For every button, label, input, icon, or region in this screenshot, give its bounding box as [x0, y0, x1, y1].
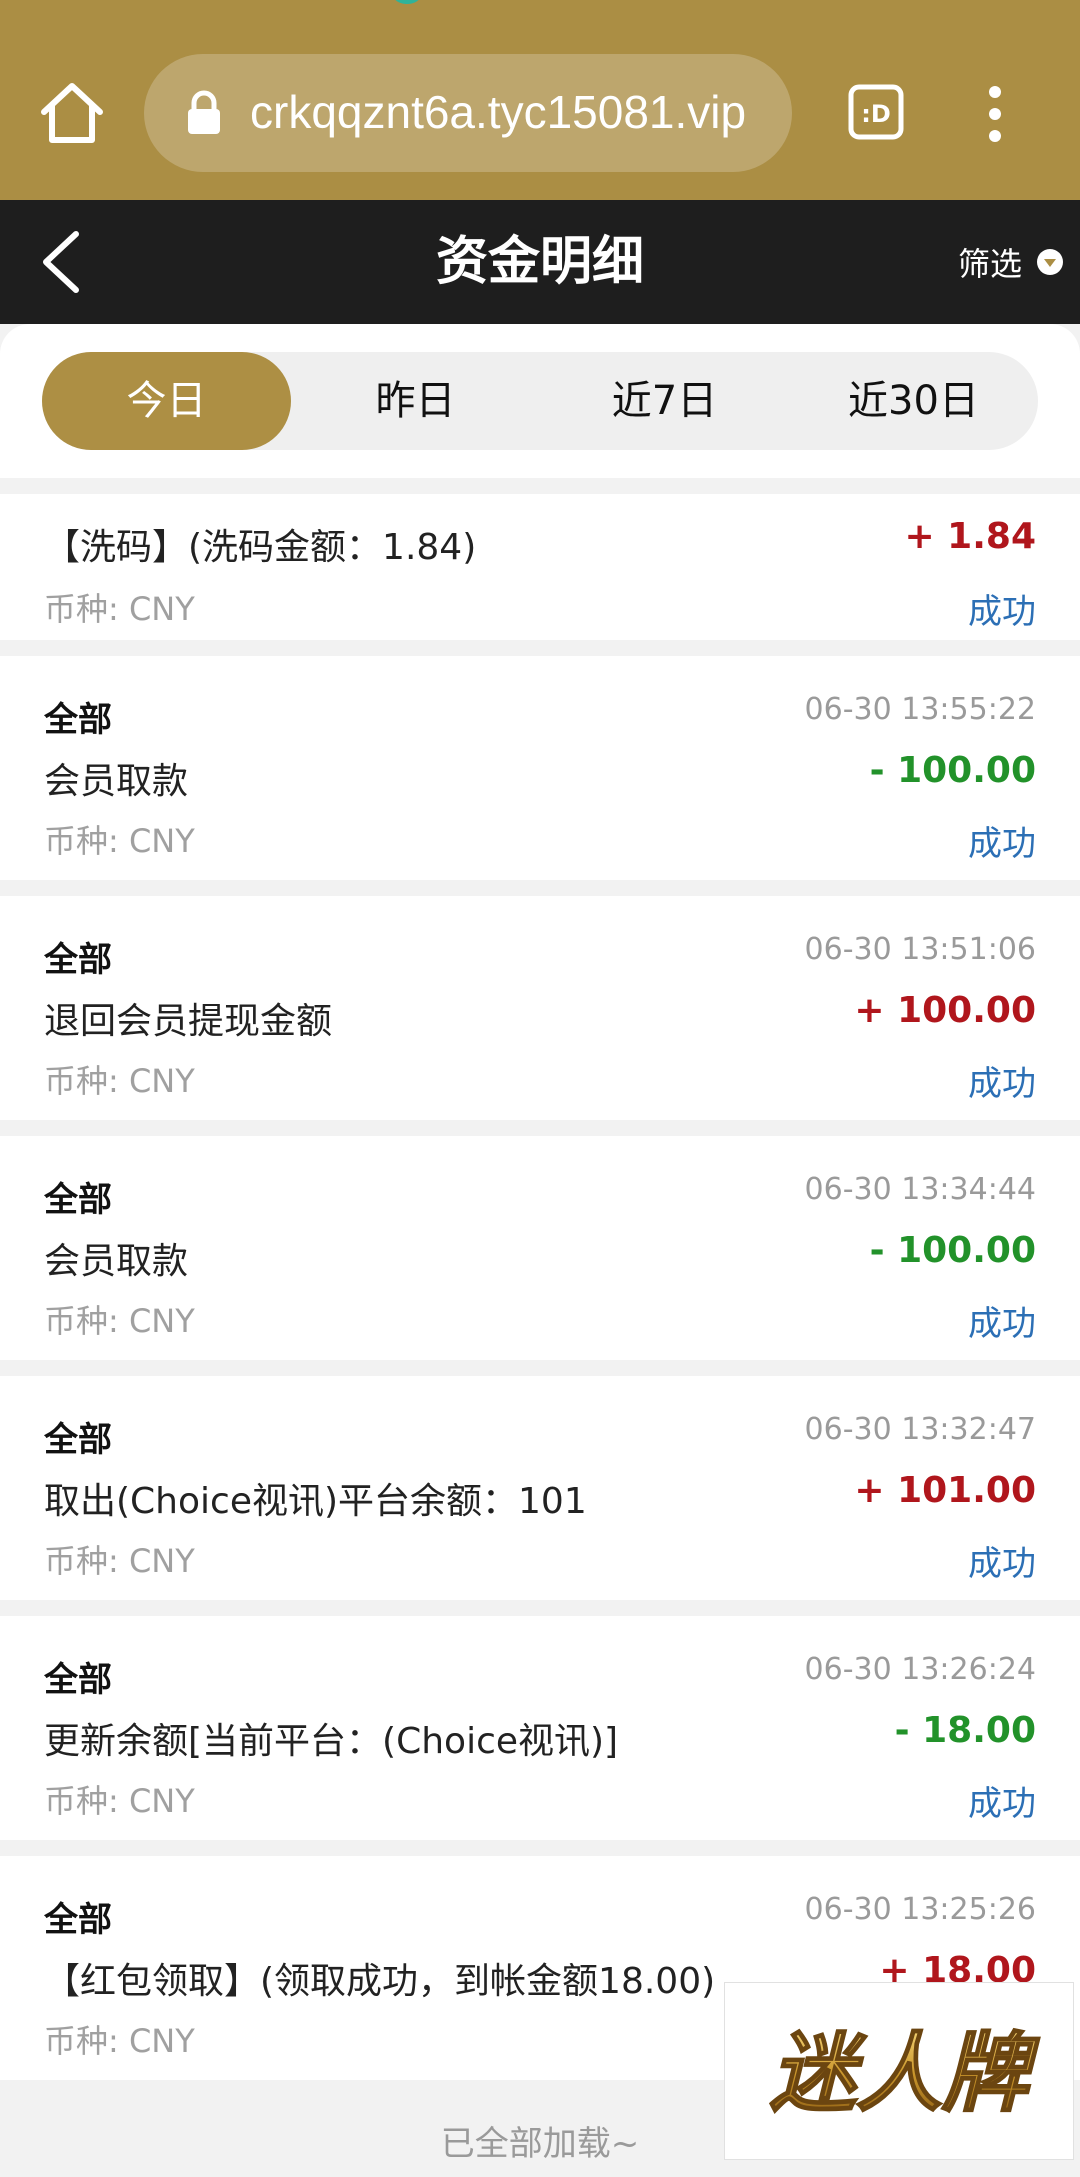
- tab-last-30-days[interactable]: 近30日: [789, 352, 1038, 450]
- record-type: 全部: [44, 700, 112, 740]
- list-item[interactable]: 全部 06-30 13:26:24 更新余额[当前平台：(Choice视讯)] …: [0, 1616, 1080, 1840]
- status-indicator: [390, 0, 424, 4]
- list-item[interactable]: 【洗码】(洗码金额：1.84) + 1.84 币种: CNY 成功: [0, 494, 1080, 640]
- record-currency: 币种: CNY: [44, 1062, 195, 1100]
- record-amount: + 101.00: [854, 1470, 1036, 1511]
- record-type: 全部: [44, 1420, 112, 1460]
- tab-last-7-days[interactable]: 近7日: [540, 352, 789, 450]
- record-description: 退回会员提现金额: [44, 1001, 333, 1042]
- tab-today[interactable]: 今日: [42, 352, 291, 450]
- more-menu-icon[interactable]: [980, 84, 1010, 144]
- record-type: 全部: [44, 1900, 112, 1940]
- record-currency: 币种: CNY: [44, 2022, 195, 2060]
- record-type: 全部: [44, 1180, 112, 1220]
- list-item[interactable]: 全部 06-30 13:51:06 退回会员提现金额 + 100.00 币种: …: [0, 896, 1080, 1120]
- browser-toolbar: crkqqznt6a.tyc15081.vip :D: [0, 0, 1080, 200]
- record-currency: 币种: CNY: [44, 822, 195, 860]
- record-currency: 币种: CNY: [44, 1782, 195, 1820]
- watermark-logo-graphic: 迷人牌: [769, 2023, 1041, 2125]
- record-time: 06-30 13:32:47: [804, 1412, 1036, 1447]
- list-item[interactable]: 全部 06-30 13:32:47 取出(Choice视讯)平台余额：101 +…: [0, 1376, 1080, 1600]
- watermark-logo: 迷人牌: [724, 1982, 1074, 2160]
- date-filter-panel: 今日 昨日 近7日 近30日: [0, 324, 1080, 478]
- record-currency: 币种: CNY: [44, 1302, 195, 1340]
- record-description: 会员取款: [44, 1241, 189, 1282]
- tab-switcher-icon[interactable]: :D: [848, 84, 904, 140]
- lock-icon: [188, 90, 220, 134]
- record-amount: + 100.00: [854, 990, 1036, 1031]
- home-icon[interactable]: [36, 76, 108, 148]
- record-description: 【洗码】(洗码金额：1.84): [44, 527, 477, 568]
- record-description: 取出(Choice视讯)平台余额：101: [44, 1481, 587, 1522]
- record-time: 06-30 13:55:22: [804, 692, 1036, 727]
- tab-yesterday[interactable]: 昨日: [291, 352, 540, 450]
- date-tabs: 今日 昨日 近7日 近30日: [42, 352, 1038, 450]
- svg-text::D: :D: [861, 100, 891, 128]
- record-time: 06-30 13:34:44: [804, 1172, 1036, 1207]
- record-amount: - 100.00: [869, 1230, 1036, 1271]
- list-item[interactable]: 全部 06-30 13:34:44 会员取款 - 100.00 币种: CNY …: [0, 1136, 1080, 1360]
- record-currency: 币种: CNY: [44, 590, 195, 628]
- record-amount: - 100.00: [869, 750, 1036, 791]
- address-bar[interactable]: crkqqznt6a.tyc15081.vip: [144, 54, 792, 172]
- page-title: 资金明细: [435, 232, 644, 292]
- record-status: 成功: [968, 1064, 1036, 1104]
- url-text: crkqqznt6a.tyc15081.vip: [250, 86, 747, 138]
- record-status: 成功: [968, 1304, 1036, 1344]
- record-status: 成功: [968, 1784, 1036, 1824]
- record-amount: - 18.00: [894, 1710, 1036, 1751]
- record-description: 更新余额[当前平台：(Choice视讯)]: [44, 1721, 619, 1762]
- record-description: 会员取款: [44, 761, 189, 802]
- filter-label: 筛选: [957, 245, 1022, 283]
- record-time: 06-30 13:51:06: [804, 932, 1036, 967]
- record-description: 【红包领取】(领取成功，到帐金额18.00): [44, 1961, 716, 2002]
- page-header: 资金明细 筛选: [0, 200, 1080, 324]
- record-status: 成功: [968, 592, 1036, 632]
- record-currency: 币种: CNY: [44, 1542, 195, 1580]
- list-item[interactable]: 全部 06-30 13:55:22 会员取款 - 100.00 币种: CNY …: [0, 656, 1080, 880]
- svg-text:迷人牌: 迷人牌: [770, 2024, 1040, 2124]
- record-amount: + 1.84: [904, 516, 1036, 557]
- record-type: 全部: [44, 1660, 112, 1700]
- record-time: 06-30 13:25:26: [804, 1892, 1036, 1927]
- filter-dropdown-icon: [1037, 249, 1063, 275]
- record-type: 全部: [44, 940, 112, 980]
- record-status: 成功: [968, 824, 1036, 864]
- record-status: 成功: [968, 1544, 1036, 1584]
- filter-button[interactable]: 筛选: [958, 236, 1064, 288]
- record-time: 06-30 13:26:24: [804, 1652, 1036, 1687]
